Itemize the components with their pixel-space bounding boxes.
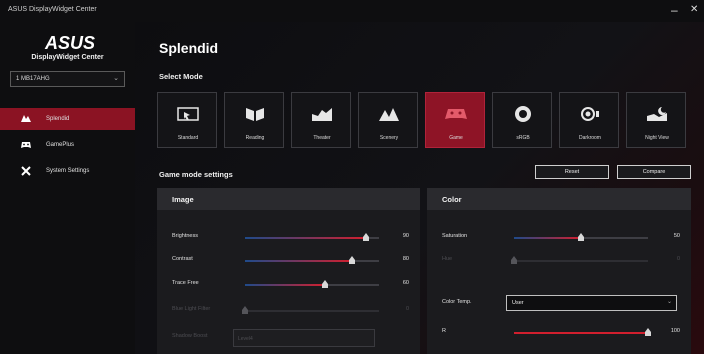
- saturation-slider-handle[interactable]: [578, 233, 584, 241]
- close-button[interactable]: ✕: [690, 4, 698, 15]
- monitor-select-value: 1 MB17AHG: [16, 76, 50, 82]
- night-view-icon: [647, 107, 667, 121]
- hue-slider-handle: [511, 256, 517, 264]
- mode-label: Theater: [313, 135, 331, 141]
- blue-light-filter-label: Blue Light Filter: [172, 306, 211, 312]
- image-panel: Image Brightness 90 Contrast 80 Trace Fr…: [157, 188, 420, 354]
- srgb-icon: [515, 106, 531, 122]
- saturation-slider-fill: [514, 237, 581, 239]
- scenery-icon: [379, 108, 399, 121]
- mode-theater[interactable]: Theater: [291, 92, 351, 148]
- darkroom-icon: [581, 107, 599, 121]
- mode-label: Night View: [645, 135, 669, 141]
- trace-free-slider[interactable]: [245, 280, 379, 288]
- sidebar-item-gameplus[interactable]: GamePlus: [0, 134, 135, 156]
- section-title: Game mode settings: [159, 170, 233, 179]
- sidebar-item-splendid[interactable]: Splendid: [0, 108, 135, 130]
- page-title: Splendid: [159, 40, 219, 56]
- mode-label: Darkroom: [579, 135, 601, 141]
- sidebar-item-label: GamePlus: [46, 142, 75, 148]
- monitor-select[interactable]: 1 MB17AHG ⌄: [10, 71, 125, 87]
- sidebar-item-system-settings[interactable]: System Settings: [0, 160, 135, 182]
- main-content: Splendid Select Mode Standard Reading Th…: [135, 22, 704, 354]
- blue-light-filter-slider: [242, 306, 379, 314]
- brightness-label: Brightness: [172, 233, 198, 239]
- splendid-icon: [20, 113, 32, 125]
- color-panel-title: Color: [442, 195, 462, 204]
- mode-night-view[interactable]: Night View: [626, 92, 686, 148]
- brightness-value: 90: [402, 233, 409, 239]
- mode-srgb[interactable]: sRGB: [492, 92, 552, 148]
- mode-label: Game: [449, 135, 463, 141]
- saturation-value: 50: [673, 233, 680, 239]
- select-mode-label: Select Mode: [159, 72, 203, 81]
- window-title: ASUS DisplayWidget Center: [8, 6, 97, 13]
- reading-icon: [246, 108, 264, 121]
- r-slider-handle[interactable]: [645, 328, 651, 336]
- color-panel: Color Saturation 50 Hue 0 Color Temp. Us…: [427, 188, 691, 354]
- shadow-boost-value: Level4: [238, 336, 253, 342]
- compare-button[interactable]: Compare: [617, 165, 691, 179]
- image-panel-header: Image: [157, 188, 420, 210]
- mode-reading[interactable]: Reading: [224, 92, 284, 148]
- theater-icon: [312, 108, 332, 121]
- color-temp-value: User: [512, 300, 524, 306]
- hue-slider: [511, 256, 648, 264]
- mode-standard[interactable]: Standard: [157, 92, 217, 148]
- svg-text:ASUS: ASUS: [44, 33, 95, 53]
- brightness-slider[interactable]: [245, 233, 379, 241]
- reset-button[interactable]: Reset: [535, 165, 609, 179]
- app-name: DisplayWidget Center: [31, 54, 104, 61]
- color-panel-header: Color: [427, 188, 691, 210]
- contrast-slider-fill: [245, 260, 353, 262]
- trace-free-label: Trace Free: [172, 280, 199, 286]
- mode-label: Reading: [245, 135, 265, 141]
- color-temp-select[interactable]: User ⌄: [506, 295, 677, 311]
- hue-value: 0: [676, 256, 680, 262]
- tools-icon: [20, 165, 32, 177]
- blue-light-filter-slider-handle: [242, 306, 248, 314]
- r-slider[interactable]: [514, 328, 651, 336]
- contrast-value: 80: [402, 256, 409, 262]
- chevron-down-icon: ⌄: [113, 75, 119, 82]
- contrast-slider[interactable]: [245, 256, 379, 264]
- trace-free-value: 60: [402, 280, 409, 286]
- shadow-boost-label: Shadow Boost: [172, 333, 208, 339]
- blue-light-filter-value: 0: [405, 306, 409, 312]
- brightness-slider-fill: [245, 237, 366, 239]
- contrast-label: Contrast: [172, 256, 193, 262]
- sidebar: ASUS DisplayWidget Center 1 MB17AHG ⌄ Sp…: [0, 22, 135, 354]
- mode-label: Standard: [177, 135, 199, 141]
- r-slider-fill: [514, 332, 648, 334]
- sidebar-item-label: Splendid: [46, 116, 70, 122]
- trace-free-slider-handle[interactable]: [322, 280, 329, 288]
- shadow-boost-select: Level4: [233, 329, 375, 347]
- mode-darkroom[interactable]: Darkroom: [559, 92, 619, 148]
- mode-game[interactable]: Game: [425, 92, 485, 148]
- gamepad-icon: [20, 139, 32, 151]
- hue-label: Hue: [442, 256, 453, 262]
- color-temp-label: Color Temp.: [442, 299, 472, 305]
- game-icon: [445, 109, 467, 119]
- chevron-down-icon: ⌄: [666, 299, 672, 305]
- trace-free-slider-fill: [245, 284, 326, 286]
- mode-scenery[interactable]: Scenery: [358, 92, 418, 148]
- image-panel-title: Image: [172, 195, 194, 204]
- brightness-slider-handle[interactable]: [362, 233, 369, 241]
- standard-icon: [177, 107, 199, 121]
- minimize-button[interactable]: –: [671, 3, 678, 17]
- mode-label: Scenery: [379, 135, 399, 141]
- r-label: R: [442, 328, 446, 334]
- title-bar: ASUS DisplayWidget Center – ✕: [0, 0, 704, 22]
- r-value: 100: [670, 328, 680, 334]
- saturation-slider[interactable]: [514, 233, 648, 241]
- asus-logo: ASUS: [40, 32, 100, 54]
- sidebar-item-label: System Settings: [46, 168, 90, 174]
- mode-label: sRGB: [516, 135, 530, 141]
- contrast-slider-handle[interactable]: [349, 256, 356, 264]
- saturation-label: Saturation: [442, 233, 468, 239]
